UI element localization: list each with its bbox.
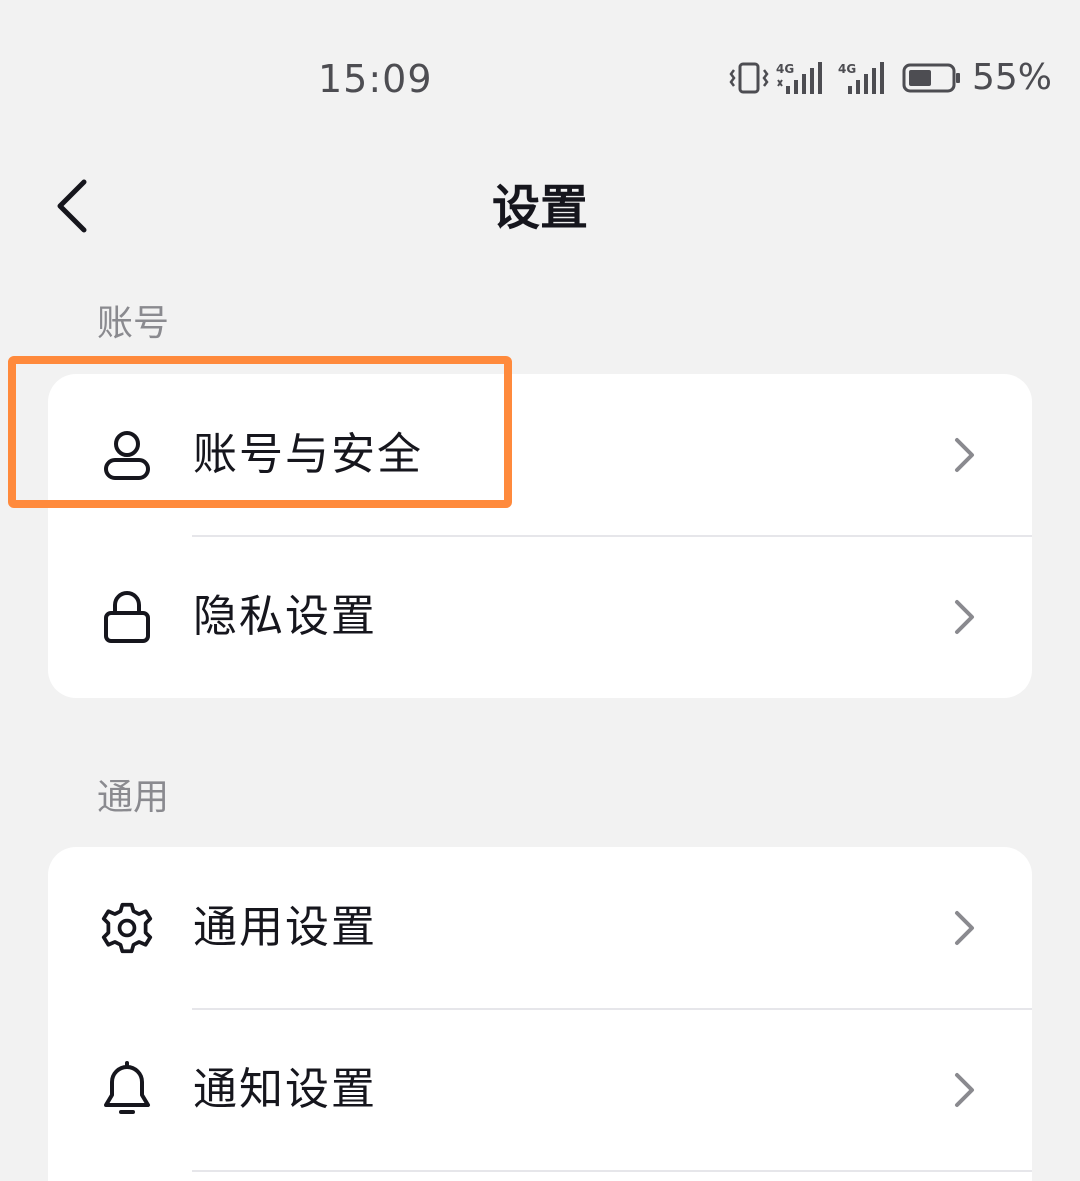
status-time: 15:09 [318,57,433,101]
gear-icon [100,901,154,955]
battery-percent: 55% [972,57,1053,98]
general-card: 通用设置 通知设置 [48,847,1032,1181]
settings-screen: 15:09 4G 4G 55% 设置 账号 账号与安全 隐私设置 通用 通用设置… [0,0,1080,1181]
section-label-general: 通用 [97,777,170,818]
user-icon [100,428,154,482]
notification-settings-label: 通知设置 [193,1064,377,1115]
signal-4g-2-icon: 4G [838,60,892,96]
row-divider [192,1170,1032,1172]
battery-icon [902,62,962,94]
bell-icon [100,1061,154,1117]
general-settings-item[interactable]: 通用设置 [48,847,1032,1009]
account-security-label: 账号与安全 [193,429,423,480]
account-card: 账号与安全 隐私设置 [48,374,1032,698]
lock-icon [100,590,154,644]
status-icons: 4G 4G 55% [728,58,1052,98]
page-title: 设置 [491,180,588,236]
chevron-right-icon [950,908,980,948]
chevron-right-icon [950,435,980,475]
general-settings-label: 通用设置 [193,902,377,953]
account-security-item[interactable]: 账号与安全 [48,374,1032,536]
privacy-settings-item[interactable]: 隐私设置 [48,536,1032,698]
section-label-account: 账号 [97,303,170,344]
chevron-right-icon [950,1070,980,1110]
privacy-settings-label: 隐私设置 [193,591,377,642]
notification-settings-item[interactable]: 通知设置 [48,1009,1032,1171]
vibrate-icon [728,61,770,95]
chevron-right-icon [950,597,980,637]
battery-level-fill [909,70,931,86]
signal-4g-1-icon: 4G [776,60,830,96]
signal-2-label: 4G [838,62,856,76]
signal-1-label: 4G [776,62,794,76]
